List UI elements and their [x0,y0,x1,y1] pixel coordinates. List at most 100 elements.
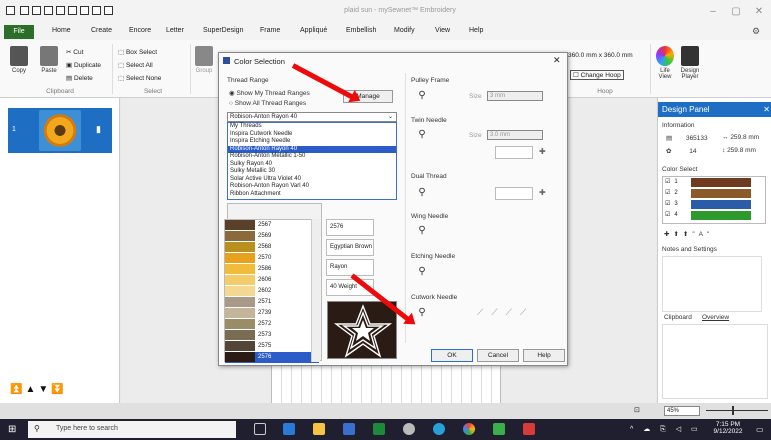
color-checkbox[interactable]: ☑ [665,212,670,218]
windows-start-icon[interactable]: ⊞ [8,424,16,435]
select-all-button[interactable]: ⬚ Select All [118,61,153,69]
cutwork-angle-buttons[interactable]: ⟋⟋⟋⟋ [477,307,534,318]
weather-icon[interactable] [283,423,295,435]
list-item-selected[interactable]: Robison-Anton Rayon 40 [228,145,396,153]
thread-row[interactable]: 2575 [225,341,319,352]
colorwheel-icon[interactable] [92,6,101,15]
cut-button[interactable]: ✂ Cut [66,48,83,56]
pulley-frame-icon[interactable]: ⚲ [415,90,429,102]
file-explorer-icon[interactable] [313,423,325,435]
customize-icon[interactable] [104,6,113,15]
copy-button[interactable]: Copy [6,46,32,74]
list-item[interactable]: Sulky Metallic 30 [228,168,396,176]
thread-range-dropdown[interactable]: Robison-Anton Rayon 40 ⌄ [227,112,397,122]
clipboard-tab[interactable]: Clipboard [664,314,692,321]
menu-modify[interactable]: Modify [394,27,415,34]
taskbar-clock[interactable]: 7:15 PM 9/12/2022 [706,421,750,435]
move-bottom-icon[interactable]: ⏬ [51,384,66,395]
app-embroidery-icon[interactable] [343,423,355,435]
open-icon[interactable] [32,6,41,15]
thread-row[interactable]: 2573 [225,330,319,341]
menu-embellish[interactable]: Embellish [346,27,376,34]
wing-needle-icon[interactable]: ⚲ [415,225,429,237]
menu-applique[interactable]: Appliqué [300,27,327,34]
design-info-icon[interactable]: ▮ [96,124,101,135]
duplicate-button[interactable]: ▣ Duplicate [66,61,101,69]
app-green-icon[interactable] [373,423,385,435]
layer-order-controls[interactable]: ⏫▲▼⏬ [10,384,67,395]
overview-tab[interactable]: Overview [702,314,729,321]
menu-view[interactable]: View [435,27,450,34]
color-select-controls[interactable]: ✚⬆⬆"A" [664,230,713,238]
group-button[interactable]: Group [192,46,216,74]
color-select-row[interactable]: ☑ 1 [663,177,765,188]
help-button[interactable]: Help [523,349,565,362]
settings-icon[interactable]: ⚙ [752,26,760,37]
chrome-icon[interactable] [463,423,475,435]
list-item[interactable]: My Threads [228,123,396,131]
design-slot[interactable]: 1 ▮ [8,108,112,153]
close-window-button[interactable]: ✕ [749,6,769,17]
cancel-button[interactable]: Cancel [477,349,519,362]
thread-row[interactable]: 2568 [225,242,319,253]
move-color-top-icon[interactable]: ⬆ [683,231,692,238]
twin-color-swatch[interactable] [495,146,533,159]
list-item[interactable]: Inspira Cutwork Needle [228,131,396,139]
thread-row[interactable]: 2570 [225,253,319,264]
notifications-icon[interactable]: ▭ [756,425,764,434]
new-icon[interactable] [20,6,29,15]
file-menu[interactable]: File [4,25,34,39]
app-blue-icon[interactable] [433,423,445,435]
thread-row[interactable]: 2606 [225,275,319,286]
app-chat-icon[interactable] [493,423,505,435]
dual-color-swatch[interactable] [495,187,533,200]
thread-row[interactable]: 2586 [225,264,319,275]
list-item[interactable]: Robison-Anton Metallic 1-50 [228,153,396,161]
menu-create[interactable]: Create [91,27,112,34]
pulley-size-field[interactable]: 3 mm [487,91,543,101]
zoom-slider-thumb[interactable] [732,406,734,415]
color-select-row[interactable]: ☑ 2 [663,188,765,199]
thread-row[interactable]: 2571 [225,297,319,308]
list-item[interactable]: Solar Active Ultra Violet 40 [228,176,396,184]
thread-list-scrollbar[interactable] [311,219,320,362]
system-tray-icons[interactable]: ^ ☁ ⎘ ◁ ▭ [630,425,702,434]
life-view-button[interactable]: Life View [654,46,676,80]
undo-icon[interactable] [68,6,77,15]
cutwork-angle-3-icon[interactable]: ⟋ [506,307,520,317]
app-gray-icon[interactable] [403,423,415,435]
notes-area[interactable] [662,256,762,312]
zoom-slider[interactable] [706,410,768,411]
move-up-icon[interactable]: ▲ [25,384,38,395]
color-checkbox[interactable]: ☑ [665,190,670,196]
twin-size-field[interactable]: 3.0 mm [487,130,543,140]
show-my-threads-radio[interactable]: ◉ Show My Thread Ranges [229,89,310,97]
list-item[interactable]: Sulky Rayon 40 [228,161,396,169]
move-top-icon[interactable]: ⏫ [10,384,25,395]
minimize-button[interactable]: – [703,6,723,17]
menu-superdesign[interactable]: SuperDesign [203,27,243,34]
cutwork-angle-1-icon[interactable]: ⟋ [477,307,491,317]
panel-close-icon[interactable]: ✕ [763,102,770,117]
cutwork-angle-2-icon[interactable]: ⟋ [491,307,505,317]
print-icon[interactable] [56,6,65,15]
thread-row-selected[interactable]: 2576 [225,352,319,363]
zoom-dropdown[interactable]: 45% [664,406,700,416]
color-checkbox[interactable]: ☑ [665,179,670,185]
menu-help[interactable]: Help [469,27,483,34]
ok-button[interactable]: OK [431,349,473,362]
menu-home[interactable]: Home [52,27,71,34]
color-select-list[interactable]: ☑ 1 ☑ 2 ☑ 3 ☑ 4 [662,176,766,224]
save-icon[interactable] [44,6,53,15]
restore-button[interactable]: ▢ [726,6,746,17]
cutwork-angle-4-icon[interactable]: ⟋ [520,307,534,317]
dual-color-picker-icon[interactable]: ✚ [539,188,546,197]
menu-frame[interactable]: Frame [260,27,280,34]
zoom-fit-icon[interactable]: ⊡ [634,406,640,414]
thread-color-list[interactable]: 2567 2569 2568 2570 2586 2606 2602 2571 2739 2572… [224,219,320,363]
select-all-colors-button[interactable]: "A" [692,231,713,238]
thread-row[interactable]: 2739 [225,308,319,319]
thread-row[interactable]: 2569 [225,231,319,242]
thread-row[interactable]: 2572 [225,319,319,330]
etching-needle-icon[interactable]: ⚲ [415,266,429,278]
